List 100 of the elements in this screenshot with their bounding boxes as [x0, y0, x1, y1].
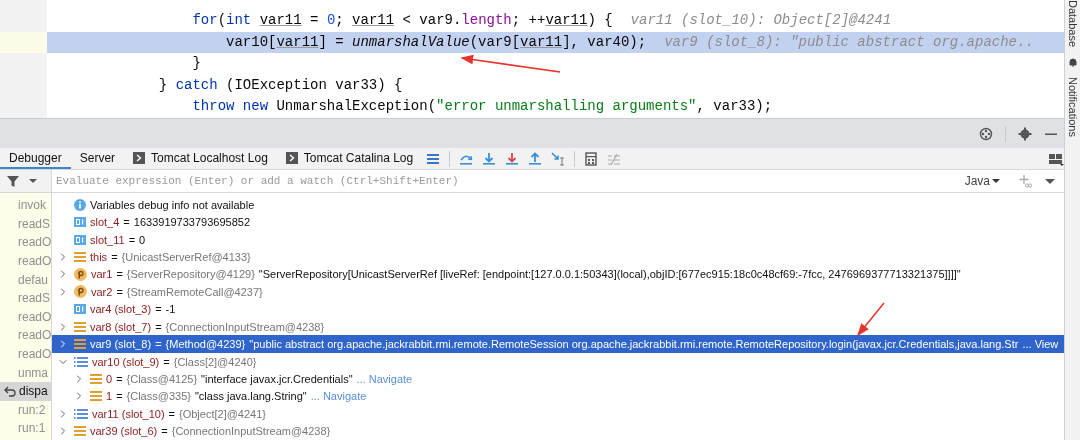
- menu-icon[interactable]: [426, 151, 441, 166]
- variable-value: "public abstract org.apache.jackrabbit.rmi.remote.RemoteSession org.apache.jackrabbit.rmi.remote.RemoteRepository.login(javax.jcr.Credentials,java.lang.Str: [249, 338, 1019, 351]
- parameter-icon: [74, 285, 87, 299]
- variable-type: {StreamRemoteCall@4237}: [126, 285, 263, 298]
- variable-row[interactable]: var11 (slot_10) = {Object[2]@4241}: [52, 405, 1064, 423]
- primitive-icon: [74, 304, 86, 315]
- code-line: for(int var11 = 0; var11 < var9.length; ++var11) { var11 (slot_10): Object[2]@4241: [191, 11, 892, 30]
- bell-icon[interactable]: [1067, 57, 1078, 68]
- field-icon: [74, 250, 86, 263]
- info-icon: [74, 198, 86, 211]
- stack-frame[interactable]: dispa: [0, 381, 51, 401]
- equals-sign: =: [155, 338, 162, 351]
- variable-row[interactable]: var8 (slot_7) = {ConnectionInputStream@4238}: [52, 317, 1064, 336]
- list-icon[interactable]: [607, 151, 622, 166]
- equals-sign: =: [116, 268, 123, 281]
- field-icon: [74, 338, 86, 351]
- equals-sign: =: [111, 250, 118, 263]
- navigate-link[interactable]: ... View: [1022, 338, 1059, 351]
- variable-name: var2: [91, 285, 113, 298]
- navigate-link[interactable]: ... Navigate: [310, 390, 367, 403]
- calculator-icon[interactable]: [584, 151, 599, 166]
- panel-tab[interactable]: Tomcat Localhost Log: [124, 148, 277, 169]
- variable-row[interactable]: var4 (slot_3) = -1: [52, 300, 1064, 318]
- variable-type: {ServerRepository@4129}: [126, 268, 255, 281]
- code-line: }: [191, 54, 201, 73]
- variable-name: var4 (slot_3): [90, 303, 152, 316]
- equals-sign: =: [116, 285, 123, 298]
- equals-sign: =: [116, 372, 123, 385]
- variable-row[interactable]: var39 (slot_6) = {ConnectionInputStream@4238}: [52, 422, 1064, 440]
- variable-type: {Class@335}: [126, 390, 191, 403]
- panel-tab[interactable]: Server: [70, 148, 125, 169]
- equals-sign: =: [155, 303, 162, 316]
- navigate-link[interactable]: ... Navigate: [356, 372, 413, 385]
- filter-icon[interactable]: [6, 174, 20, 188]
- side-tool-tab[interactable]: Notifications: [1066, 77, 1079, 137]
- variable-name: 1: [106, 390, 113, 403]
- variable-row[interactable]: slot_11 = 0: [52, 230, 1064, 249]
- variable-value: 1633919733793695852: [133, 216, 251, 229]
- variable-name: slot_4: [90, 216, 120, 229]
- variable-value: "interface javax.jcr.Credentials": [201, 372, 353, 385]
- variable-type: {Object[2]@4241}: [179, 407, 266, 420]
- caret-icon: [992, 178, 1000, 184]
- down-arrow-icon[interactable]: [505, 151, 520, 166]
- return-icon: [4, 385, 16, 398]
- variable-name: var1: [91, 268, 113, 281]
- variable-name: this: [90, 250, 108, 263]
- info-message: Variables debug info not available: [90, 198, 255, 211]
- variable-value: "class java.lang.String": [194, 390, 307, 403]
- variable-name: var9 (slot_8): [90, 338, 152, 351]
- dropdown-icon[interactable]: [1044, 176, 1056, 186]
- layout-icon[interactable]: [1048, 151, 1064, 166]
- code-line: throw new UnmarshalException("error unmarshalling arguments", var33);: [191, 97, 773, 116]
- variable-name: var39 (slot_6): [90, 425, 158, 438]
- variable-row[interactable]: var10 (slot_9) = {Class[2]@4240}: [52, 352, 1064, 371]
- add-watch-icon[interactable]: [1018, 174, 1032, 188]
- primitive-icon: [74, 234, 86, 245]
- code-line: } catch (IOException var33) {: [157, 75, 403, 95]
- equals-sign: =: [161, 425, 168, 438]
- variable-type: {ConnectionInputStream@4238}: [165, 320, 325, 333]
- equals-sign: =: [123, 216, 130, 229]
- variable-row[interactable]: this = {UnicastServerRef@4133}: [52, 248, 1064, 266]
- target-icon[interactable]: [979, 126, 993, 141]
- variable-row[interactable]: slot_4 = 1633919733793695852: [52, 213, 1064, 231]
- side-tool-tab[interactable]: Database: [1066, 0, 1079, 48]
- equals-sign: =: [163, 355, 170, 368]
- up-arrow-icon[interactable]: [528, 151, 543, 166]
- variable-name: var11 (slot_10): [92, 407, 165, 420]
- variable-name: var8 (slot_7): [90, 320, 152, 333]
- annotation-arrow: [857, 302, 885, 337]
- variable-value: 0: [139, 233, 146, 246]
- run-to-cursor-icon[interactable]: [551, 151, 566, 166]
- equals-sign: =: [116, 390, 123, 403]
- dropdown-icon[interactable]: [28, 176, 38, 186]
- field-icon: [74, 320, 86, 333]
- panel-tab[interactable]: Tomcat Catalina Log: [276, 148, 423, 169]
- primitive-icon: [74, 217, 86, 228]
- variable-row[interactable]: 1 = {Class@335} "class java.lang.String" ... Navigate: [52, 387, 1064, 406]
- parameter-icon: [74, 267, 87, 281]
- variable-name: 0: [106, 372, 113, 385]
- variable-type: {Class[2]@4240}: [173, 355, 257, 368]
- console-icon: [285, 151, 298, 164]
- console-icon: [133, 151, 146, 164]
- equals-sign: =: [128, 233, 136, 246]
- variable-row[interactable]: var2 = {StreamRemoteCall@4237}: [52, 283, 1064, 301]
- variable-type: {UnicastServerRef@4133}: [121, 250, 251, 263]
- field-icon: [90, 390, 102, 403]
- variable-name: slot_11: [90, 233, 125, 246]
- equals-sign: =: [155, 320, 162, 333]
- variable-row[interactable]: 0 = {Class@4125} "interface javax.jcr.Credentials" ... Navigate: [52, 370, 1064, 388]
- language-selector[interactable]: Java: [964, 174, 1000, 188]
- variable-row[interactable]: var1 = {ServerRepository@4129} "ServerRepository[UnicastServerRef [liveRef: [endpoint:[127.0.0.1:50343](local),objID:[677ec915:18c0c48cf69:-7fcc, 2476969377713321375]]]]": [52, 265, 1064, 284]
- array-icon: [74, 407, 88, 420]
- variable-row[interactable]: Variables debug info not available: [52, 196, 1064, 214]
- field-icon: [74, 425, 86, 438]
- variable-name: var10 (slot_9): [92, 355, 160, 368]
- field-icon: [90, 372, 102, 385]
- variable-row[interactable]: var9 (slot_8) = {Method@4239} "public abstract org.apache.jackrabbit.rmi.remote.RemoteSession org.apache.jackrabbit.rmi.remote.RemoteRepository.login(javax.jcr.Credentials,java.lang.Str ... View: [52, 335, 1064, 353]
- equals-sign: =: [168, 407, 175, 420]
- down-arrow-icon[interactable]: [482, 151, 497, 166]
- array-icon: [74, 355, 88, 368]
